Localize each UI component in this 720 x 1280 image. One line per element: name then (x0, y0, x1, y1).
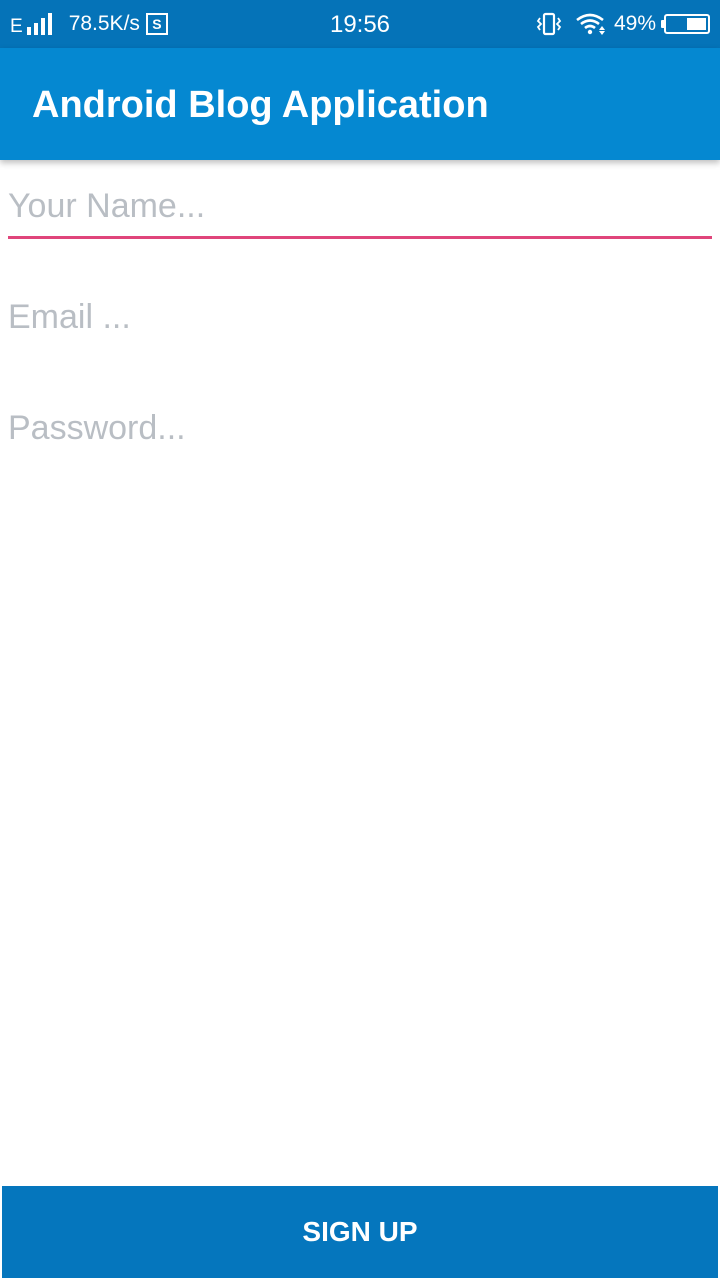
network-type: E (10, 16, 23, 37)
notification-s-icon: S (145, 13, 168, 35)
password-input[interactable] (8, 402, 712, 454)
name-input[interactable] (8, 180, 712, 232)
battery-level (687, 18, 706, 30)
sign-up-button[interactable]: SIGN UP (2, 1186, 718, 1278)
password-field-container (8, 402, 712, 454)
network-speed: 78.5K/s (68, 12, 140, 35)
vibrate-icon (536, 12, 562, 36)
signal-icon (26, 13, 55, 35)
wifi-icon (576, 13, 605, 35)
battery-percent: 49% (613, 12, 656, 35)
status-bar: E 78.5K/s S 19:56 49% (0, 0, 720, 48)
app-title: Android Blog Application (32, 84, 489, 126)
status-left: E 78.5K/s S (10, 0, 168, 48)
status-right: 49% (536, 0, 710, 48)
email-input[interactable] (8, 291, 712, 343)
name-field-container (8, 180, 712, 239)
screen: E 78.5K/s S 19:56 49% Android Blog Appli… (0, 0, 720, 1280)
name-input-underline (8, 236, 712, 239)
email-field-container (8, 291, 712, 343)
app-bar: Android Blog Application (0, 48, 720, 160)
battery-icon (661, 14, 710, 34)
